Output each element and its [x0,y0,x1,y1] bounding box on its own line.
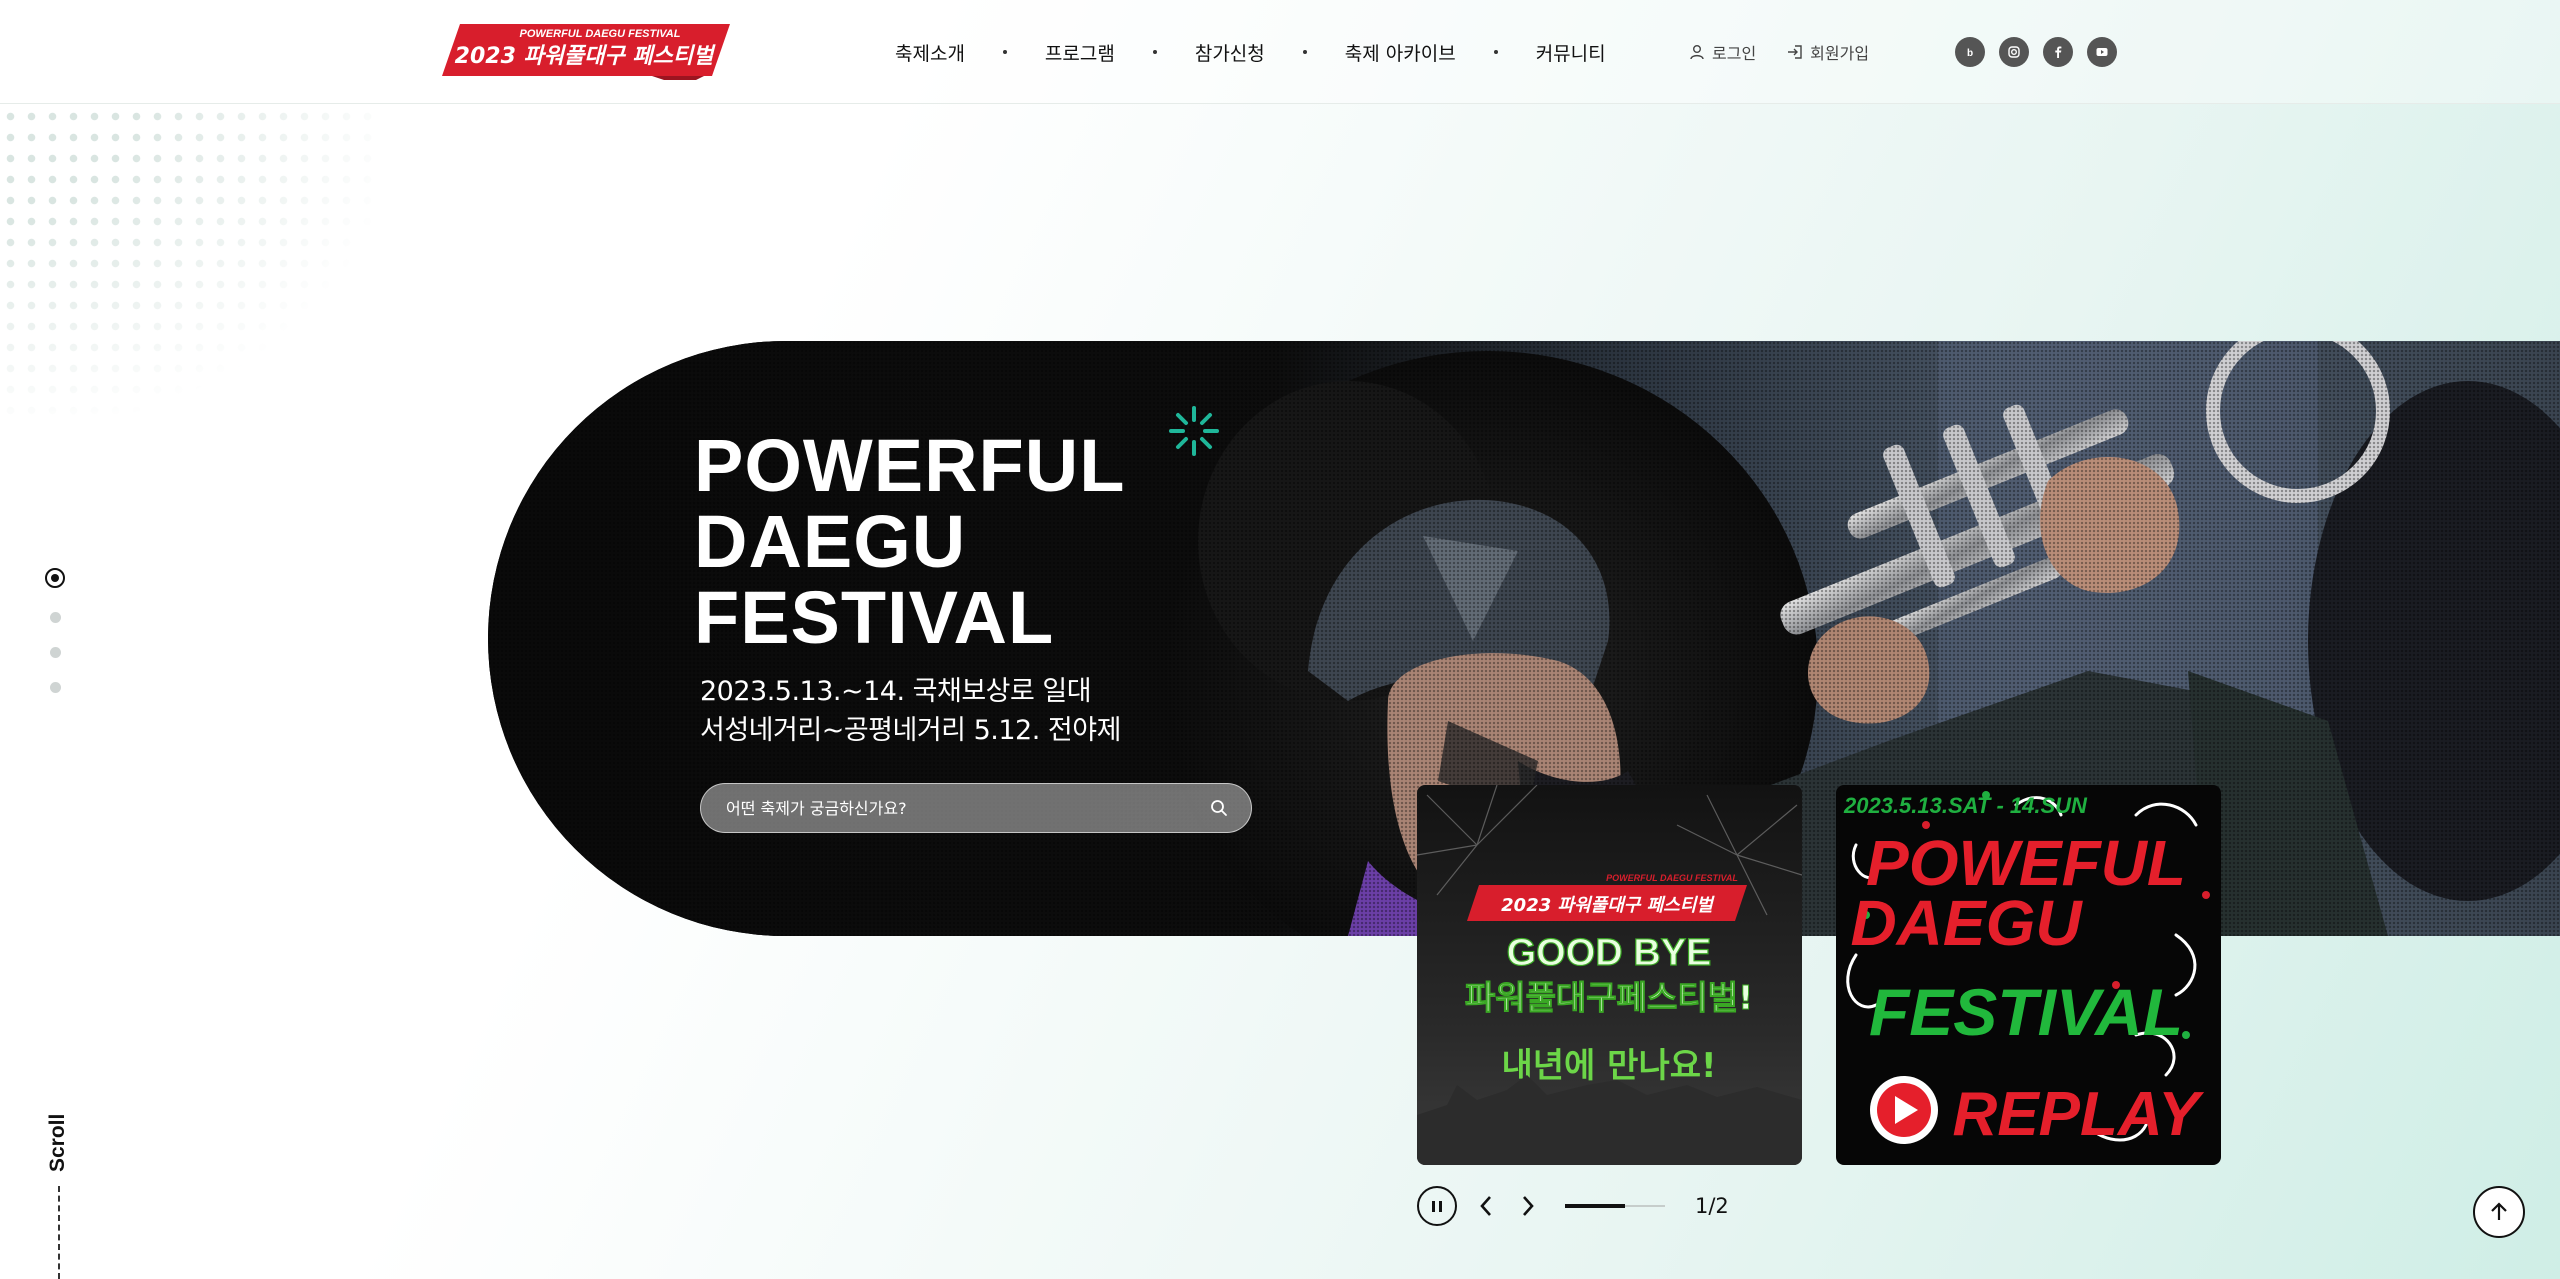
nav-item-archive[interactable]: 축제 아카이브 [1345,39,1456,66]
signup-label: 회원가입 [1810,44,1870,63]
section-dot-2[interactable] [49,612,61,623]
user-icon [1690,45,1704,60]
site-header: POWERFUL DAEGU FESTIVAL 2023 파워풀대구 페스티벌 … [0,0,2560,104]
goodbye-card-line1: GOOD BYE [1507,932,1712,974]
scroll-indicator-label: Scroll [46,1113,69,1173]
main-nav: 축제소개 프로그램 참가신청 축제 아카이브 커뮤니티 [895,0,1606,104]
goodbye-card-line3: 내년에 만나요! [1501,1046,1716,1086]
youtube-icon [2096,48,2108,56]
instagram-link[interactable] [1999,37,2029,67]
replay-card[interactable]: 2023.5.13.SAT - 14.SUN POWEFUL DAEGU FES… [1836,785,2221,1165]
slide-counter: 1/2 [1695,1194,1729,1218]
nav-separator [1302,50,1307,54]
blog-link[interactable]: b [1955,37,1985,67]
dotted-decoration [0,106,380,416]
slider-progress [1565,1204,1665,1208]
replay-card-line4: REPLAY [1953,1080,2206,1149]
search-input[interactable] [726,798,1209,818]
nav-item-program[interactable]: 프로그램 [1045,39,1115,66]
goodbye-card[interactable]: POWERFUL DAEGU FESTIVAL 2023 파워풀대구 페스티벌 … [1417,785,1802,1165]
hero-date-line2: 서성네거리~공평네거리 5.12. 전야제 [700,715,1121,746]
blog-icon: b [1967,48,1973,59]
login-label: 로그인 [1712,44,1757,63]
instagram-icon [2008,46,2020,58]
festival-logo[interactable]: POWERFUL DAEGU FESTIVAL 2023 파워풀대구 페스티벌 [442,20,730,80]
scroll-indicator-line [58,1186,60,1279]
pause-icon [1439,1200,1442,1212]
logo-top-text: POWERFUL DAEGU FESTIVAL [520,28,681,40]
nav-item-intro[interactable]: 축제소개 [895,39,965,66]
replay-card-date: 2023.5.13.SAT - 14.SUN [1843,793,2088,818]
login-link[interactable]: 로그인 [1688,40,1756,64]
slider-controls: 1/2 [1417,1186,1729,1226]
pause-icon [1432,1200,1435,1212]
social-links: b [1955,37,2117,67]
section-dot-4[interactable] [49,682,61,693]
facebook-icon [2055,46,2062,58]
replay-card-line2: DAEGU [1850,887,2083,959]
festival-search [700,783,1252,833]
next-button[interactable] [1513,1186,1543,1226]
hero-title-line: FESTIVAL [694,576,1055,659]
nav-separator [1493,50,1498,54]
hero-title: POWERFUL DAEGU FESTIVAL [694,428,1214,656]
nav-item-community[interactable]: 커뮤니티 [1536,39,1606,66]
nav-item-apply[interactable]: 참가신청 [1195,39,1265,66]
replay-card-line3: FESTIVAL [1869,975,2183,1049]
pause-button[interactable] [1417,1186,1457,1226]
svg-text:b: b [1967,48,1973,59]
facebook-link[interactable] [2043,37,2073,67]
section-dot-3[interactable] [49,647,61,658]
slider-progress-fill [1565,1204,1625,1208]
hero-title-line: POWERFUL [694,424,1126,507]
spark-icon [1169,406,1219,456]
goodbye-card-line2: 파워풀대구페스티벌! [1465,978,1753,1017]
goodbye-card-badge-top: POWERFUL DAEGU FESTIVAL [1606,873,1738,883]
user-util: 로그인 회원가입 [1688,0,1869,104]
hero-title-line: DAEGU [694,500,967,583]
goodbye-card-badge-main: 2023 파워풀대구 페스티벌 [1501,895,1715,916]
chevron-left-icon [1480,1196,1491,1216]
youtube-link[interactable] [2087,37,2117,67]
hero-date-line1: 2023.5.13.~14. 국채보상로 일대 [700,676,1092,707]
prev-button[interactable] [1471,1186,1501,1226]
back-to-top-button[interactable] [2473,1186,2525,1238]
hero-date: 2023.5.13.~14. 국채보상로 일대 서성네거리~공평네거리 5.12… [700,672,1121,750]
chevron-right-icon [1523,1196,1534,1216]
search-icon[interactable] [1209,798,1229,818]
signin-icon [1788,45,1802,59]
nav-separator [1002,50,1007,54]
section-dot-1[interactable] [45,568,65,588]
nav-separator [1152,50,1157,54]
logo-main-text: 2023 파워풀대구 페스티벌 [455,44,716,69]
section-pager [45,568,65,693]
signup-link[interactable]: 회원가입 [1786,40,1869,64]
arrow-up-icon [2491,1202,2507,1220]
